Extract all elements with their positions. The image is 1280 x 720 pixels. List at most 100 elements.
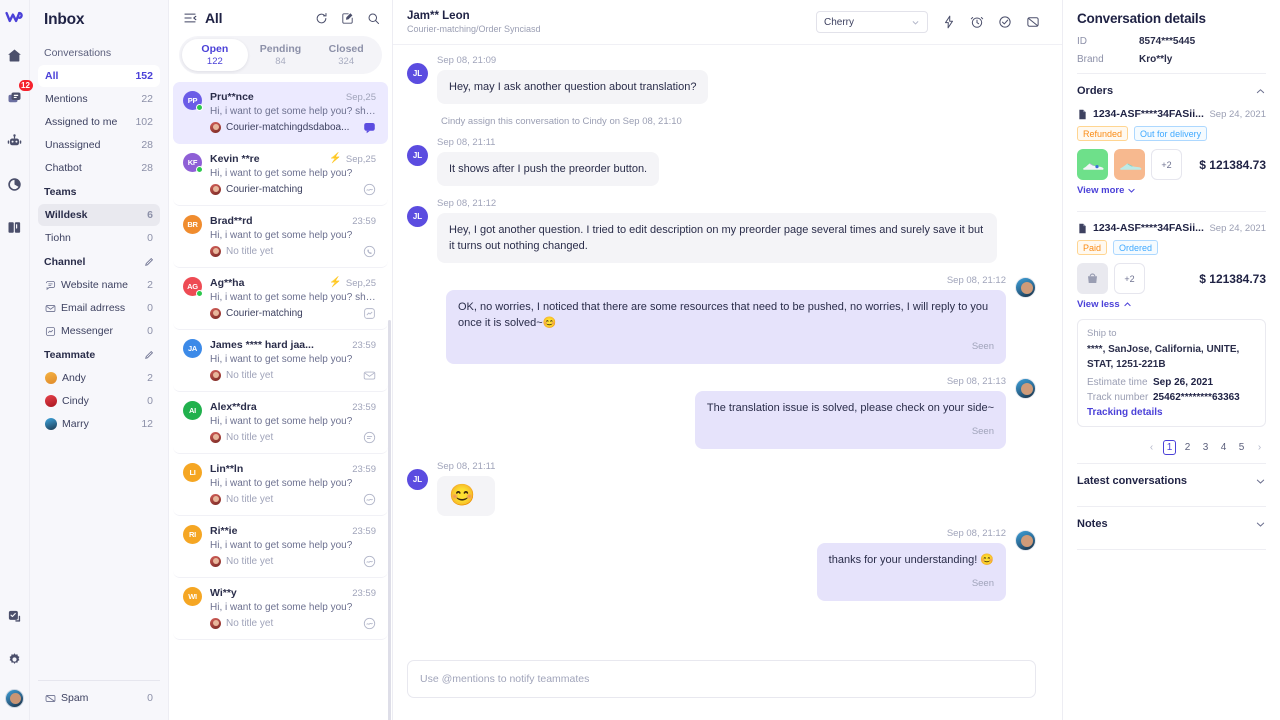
order-card[interactable]: 1234-ASF****34FASii... Sep 24, 2021 Refu… (1077, 108, 1266, 202)
refresh-icon[interactable] (315, 12, 328, 25)
sidebar-item-chatbot[interactable]: Chatbot 28 (38, 157, 160, 179)
assignee-avatar (210, 246, 221, 257)
sidebar-item-all[interactable]: All 152 (38, 65, 160, 87)
sidebar-item-andy[interactable]: Andy 2 (38, 367, 160, 389)
inbox-chat-icon[interactable]: 12 (2, 80, 33, 111)
estimate-time-label: Estimate time (1087, 377, 1148, 388)
chevron-up-icon[interactable] (1255, 86, 1266, 97)
conversation-list-item[interactable]: BR Brad**rd 23:59 Hi, i want to get some he… (173, 206, 388, 268)
sidebar-item-tiohn[interactable]: Tiohn 0 (38, 227, 160, 249)
product-thumbnail-shoe-green[interactable] (1077, 149, 1108, 180)
conversation-list-item[interactable]: WI Wi**y 23:59 Hi, i want to get some help … (173, 578, 388, 640)
message-text: The translation issue is solved, please … (706, 402, 994, 414)
latest-conversations-section[interactable]: Latest conversations (1077, 464, 1266, 498)
list-scrollbar[interactable] (388, 320, 391, 720)
compose-icon[interactable] (341, 12, 354, 25)
conversation-list-item[interactable]: LI Lin**ln 23:59 Hi, i want to get some hel… (173, 454, 388, 516)
tab-pending[interactable]: Pending 84 (248, 39, 314, 71)
resolve-check-icon[interactable] (998, 15, 1012, 29)
message-bubble[interactable]: It shows after I push the preorder butto… (437, 152, 660, 186)
pagination-page-1[interactable]: 1 (1163, 440, 1176, 455)
message-bubble[interactable]: Hey, I got another question. I tried to … (437, 213, 997, 263)
message-bubble[interactable]: The translation issue is solved, please … (694, 391, 1006, 449)
chevron-down-icon[interactable] (1255, 476, 1266, 487)
chatbot-robot-icon[interactable] (2, 128, 28, 154)
home-icon[interactable] (2, 42, 28, 68)
pencil-icon[interactable] (144, 257, 154, 267)
avatar (45, 418, 57, 430)
product-thumbnail-shoe-peach[interactable] (1114, 149, 1145, 180)
pagination-page-4[interactable]: 4 (1217, 442, 1230, 453)
assignee-avatar (210, 122, 221, 133)
sidebar-item-marry[interactable]: Marry 12 (38, 413, 160, 435)
analytics-pie-icon[interactable] (2, 171, 28, 197)
conversation-timestamp: 23:59 (352, 215, 376, 227)
order-more-items-count[interactable]: +2 (1114, 263, 1145, 294)
assignee-select[interactable]: Cherry (816, 11, 928, 33)
message-bubble[interactable]: Hey, may I ask another question about tr… (437, 70, 709, 104)
sidebar-item-mentions[interactable]: Mentions 22 (38, 88, 160, 110)
order-date: Sep 24, 2021 (1209, 108, 1266, 120)
willdesk-logo-icon[interactable] (5, 10, 24, 24)
search-icon[interactable] (367, 12, 380, 25)
tracking-details-link[interactable]: Tracking details (1087, 407, 1256, 418)
conversation-list-item[interactable]: KF Kevin **re ⚡ Sep,25 Hi, i want to get som… (173, 144, 388, 206)
order-header: 1234-ASF****34FASii... Sep 24, 2021 (1077, 222, 1266, 234)
conversation-list-item[interactable]: RI Ri**ie 23:59 Hi, i want to get some help… (173, 516, 388, 578)
sidebar-item-assigned-to-me[interactable]: Assigned to me 102 (38, 111, 160, 133)
sidebar-item-cindy[interactable]: Cindy 0 (38, 390, 160, 412)
order-view-less-toggle[interactable]: View less (1077, 299, 1132, 310)
settings-gear-icon[interactable] (2, 646, 28, 672)
lightning-icon[interactable] (942, 15, 956, 29)
sidebar-item-spam[interactable]: Spam 0 (38, 687, 160, 709)
message-thread[interactable]: JL Sep 08, 21:09 Hey, may I ask another qu… (393, 45, 1062, 650)
sidebar-item-email-address[interactable]: Email adrress 0 (38, 297, 160, 319)
order-view-more-toggle[interactable]: View more (1077, 185, 1136, 196)
avatar-initials: BR (187, 220, 198, 229)
pagination-prev[interactable]: ‹ (1145, 442, 1158, 453)
sidebar-item-messenger[interactable]: Messenger 0 (38, 320, 160, 342)
sidebar-item-willdesk[interactable]: Willdesk 6 (38, 204, 160, 226)
message-input[interactable]: Use @mentions to notify teammates (407, 660, 1036, 698)
order-card[interactable]: 1234-ASF****34FASii... Sep 24, 2021 Paid… (1077, 212, 1266, 431)
pagination-page-3[interactable]: 3 (1199, 442, 1212, 453)
pencil-icon[interactable] (144, 350, 154, 360)
message-read-receipt: Seen (971, 578, 994, 589)
message-bubble[interactable]: OK, no worries, I noticed that there are… (446, 290, 1006, 364)
message-bubble[interactable]: thanks for your understanding! 😊 Seen (816, 543, 1006, 601)
knowledge-book-icon[interactable] (2, 214, 28, 240)
pagination-next[interactable]: › (1253, 442, 1266, 453)
message-bubble[interactable]: 😊 (437, 476, 496, 516)
spam-icon (45, 693, 56, 704)
conversation-list-scroll[interactable]: PP Pru**nce Sep,25 Hi, i want to get some h… (169, 82, 392, 720)
conversation-list-item[interactable]: JA James **** hard jaa... 23:59 Hi, i want … (173, 330, 388, 392)
conversation-timestamp: Sep,25 (345, 153, 376, 165)
order-more-items-count[interactable]: +2 (1151, 149, 1182, 180)
pagination-page-5[interactable]: 5 (1235, 442, 1248, 453)
current-user-avatar[interactable] (5, 689, 24, 708)
message-text: OK, no worries, I noticed that there are… (458, 301, 989, 329)
avatar-initials: JL (412, 475, 423, 484)
pagination-page-2[interactable]: 2 (1181, 442, 1194, 453)
section-teams-header: Teams (38, 180, 160, 204)
message-timestamp: Sep 08, 21:11 (437, 137, 496, 148)
conversation-contact-name: James **** hard jaa... (210, 339, 314, 351)
chevron-down-icon[interactable] (1255, 519, 1266, 530)
conversation-subject: Courier-matching (226, 184, 303, 195)
online-status-dot (196, 166, 203, 173)
sidebar-item-unassigned[interactable]: Unassigned 28 (38, 134, 160, 156)
conversation-list-item[interactable]: AI Alex**dra 23:59 Hi, i want to get some h… (173, 392, 388, 454)
collapse-panel-icon[interactable] (183, 11, 197, 25)
product-thumbnail-bag[interactable] (1077, 263, 1108, 294)
orders-section-header[interactable]: Orders (1077, 74, 1266, 108)
sidebar-item-website-name[interactable]: Website name 2 (38, 274, 160, 296)
conversation-list-item[interactable]: AG Ag**ha ⚡ Sep,25 Hi, i want to get some he… (173, 268, 388, 330)
tasks-icon[interactable] (2, 603, 28, 629)
tab-closed[interactable]: Closed 324 (313, 39, 379, 71)
notes-section[interactable]: Notes (1077, 507, 1266, 541)
track-number-value: 25462********63363 (1153, 392, 1240, 403)
conversation-list-item[interactable]: PP Pru**nce Sep,25 Hi, i want to get some h… (173, 82, 388, 144)
archive-icon[interactable] (1026, 15, 1040, 29)
snooze-clock-icon[interactable] (970, 15, 984, 29)
tab-open[interactable]: Open 122 (182, 39, 248, 71)
